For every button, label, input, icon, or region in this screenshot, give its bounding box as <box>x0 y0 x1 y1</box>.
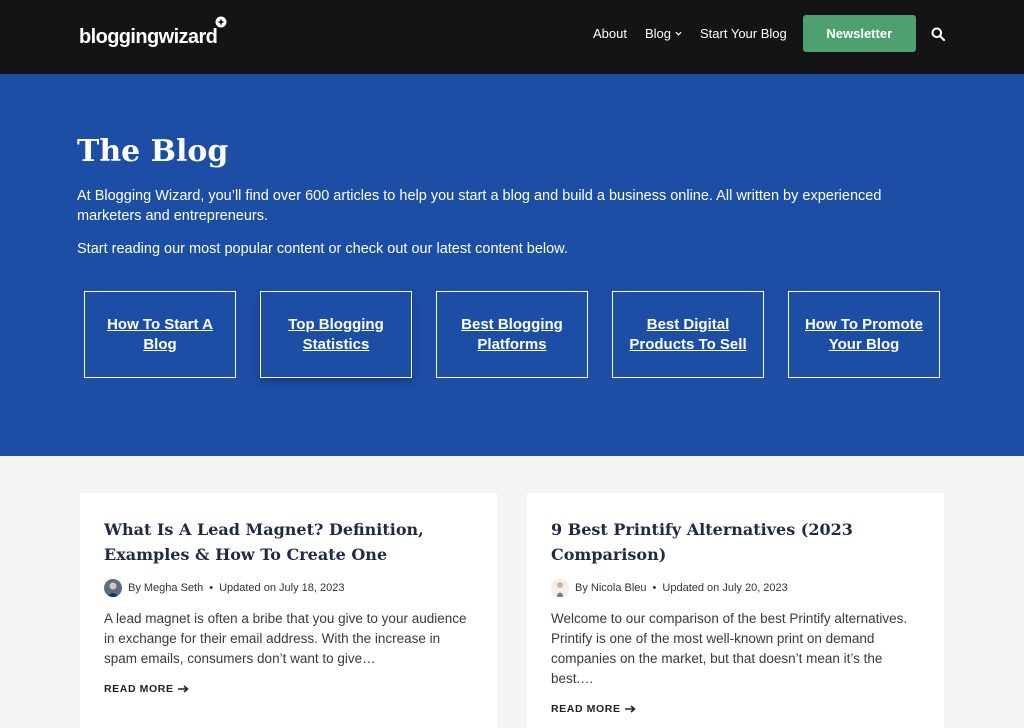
meta-separator: • <box>209 582 214 594</box>
logo-star-icon <box>215 16 227 28</box>
post-date: Updated on July 18, 2023 <box>219 582 345 594</box>
featured-link-label[interactable]: Top Blogging Statistics <box>261 315 411 355</box>
featured-link-card[interactable]: How To Start A Blog <box>84 291 236 378</box>
post-author: By Megha Seth <box>128 582 204 594</box>
featured-link-label[interactable]: How To Start A Blog <box>85 315 235 355</box>
nav-about[interactable]: About <box>593 26 627 41</box>
post-card: What Is A Lead Magnet? Definition, Examp… <box>80 493 497 728</box>
read-more-link[interactable]: READ MORE <box>551 703 920 715</box>
site-header: bloggingwizard About Blog Start Your Blo… <box>0 0 1024 74</box>
chevron-down-icon <box>675 31 682 36</box>
author-avatar <box>104 579 122 597</box>
post-meta: By Nicola Bleu • Updated on July 20, 202… <box>551 579 920 597</box>
featured-link-card[interactable]: Top Blogging Statistics <box>260 291 412 378</box>
newsletter-button[interactable]: Newsletter <box>802 15 916 52</box>
featured-link-label[interactable]: Best Digital Products To Sell <box>613 315 763 355</box>
hero-subtext: Start reading our most popular content o… <box>77 241 568 257</box>
nav-start-your-blog[interactable]: Start Your Blog <box>700 26 787 41</box>
featured-link-card[interactable]: How To Promote Your Blog <box>788 291 940 378</box>
post-excerpt: A lead magnet is often a bribe that you … <box>104 611 467 666</box>
arrow-right-icon <box>177 685 189 693</box>
featured-link-label[interactable]: How To Promote Your Blog <box>789 315 939 355</box>
read-more-label[interactable]: READ MORE <box>104 683 174 695</box>
nav-start-link[interactable]: Start Your Blog <box>700 26 787 41</box>
search-icon[interactable] <box>931 27 945 41</box>
meta-separator: • <box>652 582 657 594</box>
featured-link-label[interactable]: Best Blogging Platforms <box>437 315 587 355</box>
site-logo[interactable]: bloggingwizard <box>79 16 227 49</box>
logo-text: bloggingwizard <box>79 26 218 48</box>
featured-link-card[interactable]: Best Blogging Platforms <box>436 291 588 378</box>
hero-intro: At Blogging Wizard, you’ll find over 600… <box>77 188 882 224</box>
nav-blog[interactable]: Blog <box>645 26 682 41</box>
post-meta: By Megha Seth • Updated on July 18, 2023 <box>104 579 473 597</box>
nav-about-link[interactable]: About <box>593 26 627 41</box>
hero-section: The Blog At Blogging Wizard, you’ll find… <box>0 74 1024 456</box>
post-title[interactable]: 9 Best Printify Alternatives (2023 Compa… <box>551 517 920 567</box>
featured-link-card[interactable]: Best Digital Products To Sell <box>612 291 764 378</box>
post-card: 9 Best Printify Alternatives (2023 Compa… <box>527 493 944 728</box>
read-more-link[interactable]: READ MORE <box>104 683 473 695</box>
arrow-right-icon <box>624 705 636 713</box>
featured-links: How To Start A Blog Top Blogging Statist… <box>84 291 940 378</box>
post-author: By Nicola Bleu <box>575 582 647 594</box>
author-avatar <box>551 579 569 597</box>
post-title[interactable]: What Is A Lead Magnet? Definition, Examp… <box>104 517 473 567</box>
main-nav: About Blog Start Your Blog Newsletter <box>593 15 945 52</box>
page-title: The Blog <box>77 134 229 169</box>
post-date: Updated on July 20, 2023 <box>662 582 788 594</box>
post-excerpt: Welcome to our comparison of the best Pr… <box>551 611 908 686</box>
read-more-label[interactable]: READ MORE <box>551 703 621 715</box>
nav-blog-link[interactable]: Blog <box>645 26 671 41</box>
